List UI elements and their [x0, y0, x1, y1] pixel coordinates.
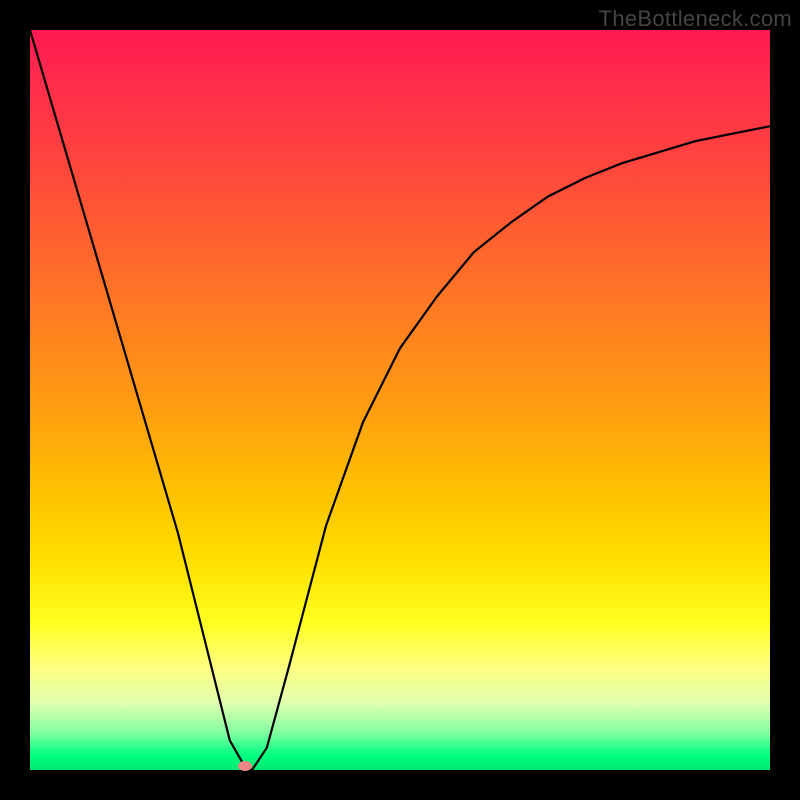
watermark-text: TheBottleneck.com — [599, 6, 792, 32]
gradient-background — [30, 30, 770, 770]
minimum-marker — [238, 761, 252, 771]
chart-frame — [30, 30, 770, 770]
